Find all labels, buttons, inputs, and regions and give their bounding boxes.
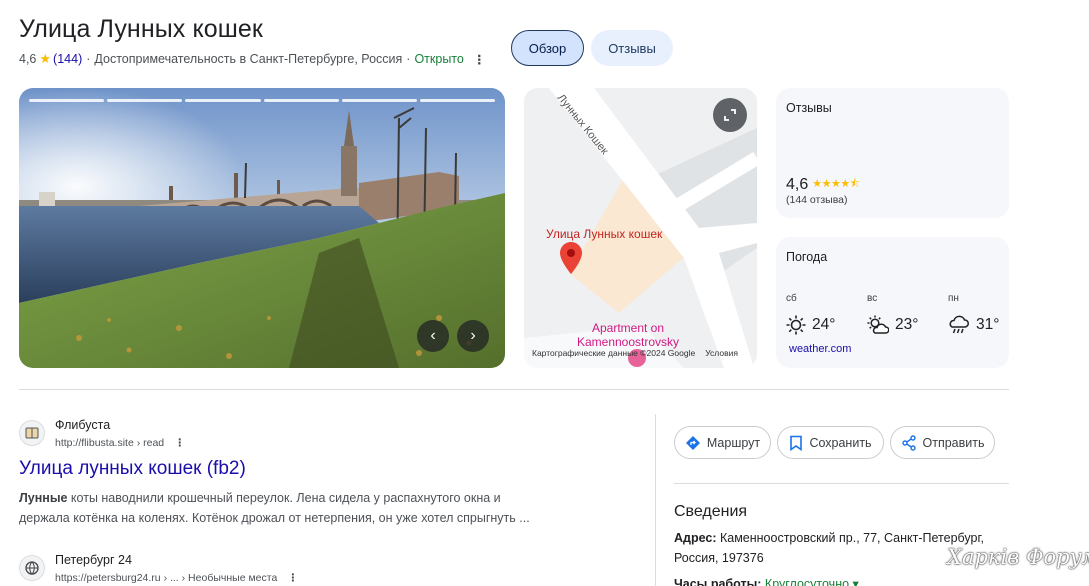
reviews-score-row: 4,6 ★★★★⯪ (786, 175, 860, 194)
result-site-name[interactable]: Флибуста (55, 418, 110, 432)
weather-forecast-mon: 31° (948, 315, 999, 335)
map-copyright: Картографические данные ©2024 Google (532, 348, 696, 358)
details-divider (674, 483, 1009, 484)
weather-source-link[interactable]: weather.com (789, 343, 851, 355)
map-terms-link[interactable]: Условия (705, 348, 738, 358)
save-button[interactable]: Сохранить (777, 426, 884, 459)
snippet-highlight: Лунные (19, 491, 68, 505)
chevron-left-icon: ‹ (430, 327, 436, 344)
star-icon: ★ (39, 51, 52, 66)
reviews-score: 4,6 (786, 175, 809, 193)
snippet-text: коты наводнили крошечный переулок. Лена … (19, 491, 530, 525)
tab-reviews[interactable]: Отзывы (591, 30, 673, 66)
place-category: Достопримечательность в Санкт-Петербурге… (94, 52, 403, 66)
photo-carousel[interactable]: ‹ › (19, 88, 505, 368)
route-button[interactable]: Маршрут (674, 426, 771, 459)
result-snippet: Лунные коты наводнили крошечный переулок… (19, 488, 539, 528)
hours-line: Часы работы: Круглосуточно ▾ (674, 574, 1004, 586)
result-url[interactable]: https://petersburg24.ru › ... › Необычны… (55, 572, 299, 584)
directions-icon (685, 435, 700, 450)
rain-cloud-icon (949, 315, 969, 334)
expand-map-button[interactable] (713, 98, 747, 132)
hours-label: Часы работы: (674, 577, 762, 586)
next-photo-button[interactable]: › (457, 320, 489, 352)
address-label: Адрес: (674, 531, 717, 545)
photo-progress-bar (29, 99, 496, 102)
weather-temp: 24° (812, 316, 836, 333)
address-value: Каменноостровский пр., 77, Санкт-Петербу… (674, 531, 984, 565)
map-poi-label[interactable]: Apartment on Kamennoostrovsky (553, 321, 703, 349)
bookmark-icon (790, 435, 803, 451)
share-label: Отправить (922, 435, 985, 450)
column-divider (655, 414, 656, 586)
weather-day: сб (786, 293, 797, 304)
reviews-card-title: Отзывы (786, 101, 832, 115)
map-pin-icon[interactable] (560, 242, 582, 274)
weather-day: пн (948, 293, 959, 304)
reviews-count-link[interactable]: (144) (53, 52, 82, 66)
share-icon (901, 434, 916, 451)
result-title-link[interactable]: Улица лунных кошек (fb2) (19, 458, 246, 480)
map-footer: Картографические данные ©2024 Google Усл… (532, 348, 738, 358)
tab-overview[interactable]: Обзор (511, 30, 584, 66)
weather-card-title: Погода (786, 250, 828, 264)
site-favicon-icon (19, 420, 45, 446)
weather-day: вс (867, 293, 878, 304)
more-options-icon[interactable]: ⋮ (285, 572, 299, 584)
reviews-count: (144 отзыва) (786, 194, 848, 206)
place-title: Улица Лунных кошек (19, 15, 263, 43)
separator: · (406, 52, 411, 66)
more-options-icon[interactable]: ⋮ (172, 437, 186, 449)
weather-temp: 23° (895, 316, 919, 333)
previous-photo-button[interactable]: ‹ (417, 320, 449, 352)
partly-cloudy-icon (867, 315, 889, 334)
map-preview[interactable]: Лунных Кошек Улица Лунных кошек Apartmen… (524, 88, 757, 368)
globe-icon (25, 561, 39, 575)
weather-temp: 31° (976, 316, 1000, 333)
sun-icon (786, 315, 806, 335)
rating-value: 4,6 (19, 52, 37, 66)
open-status: Открыто (414, 52, 464, 66)
hours-value[interactable]: Круглосуточно ▾ (761, 577, 859, 586)
forum-watermark: Харків Форум (947, 545, 1089, 569)
result-site-name[interactable]: Петербург 24 (55, 553, 132, 567)
chevron-right-icon: › (470, 327, 476, 344)
place-subline: 4,6 ★ (144) · Достопримечательность в Са… (19, 51, 486, 67)
save-label: Сохранить (809, 435, 872, 450)
more-options-icon[interactable]: ⋮ (472, 52, 486, 67)
reviews-card[interactable]: Отзывы 4,6 ★★★★⯪ (144 отзыва) (776, 88, 1009, 218)
weather-forecast-sun: 23° (867, 315, 918, 335)
share-button[interactable]: Отправить (890, 426, 995, 459)
route-label: Маршрут (706, 435, 761, 450)
site-favicon-icon (19, 555, 45, 581)
result-url-text: http://flibusta.site › read (55, 437, 165, 449)
map-pin-label: Улица Лунных кошек (546, 227, 663, 241)
expand-icon (724, 109, 736, 121)
result-url[interactable]: http://flibusta.site › read ⋮ (55, 437, 186, 449)
result-url-text: https://petersburg24.ru › ... › Необычны… (55, 572, 278, 584)
weather-card[interactable]: Погода сб вс пн 24° 23° 31° weather.com (776, 237, 1009, 368)
weather-forecast-sat: 24° (786, 315, 835, 335)
details-title: Сведения (674, 503, 748, 520)
separator: · (86, 52, 91, 66)
stars-icon: ★★★★⯪ (812, 178, 860, 190)
book-icon (25, 427, 39, 439)
section-divider (19, 389, 1009, 390)
